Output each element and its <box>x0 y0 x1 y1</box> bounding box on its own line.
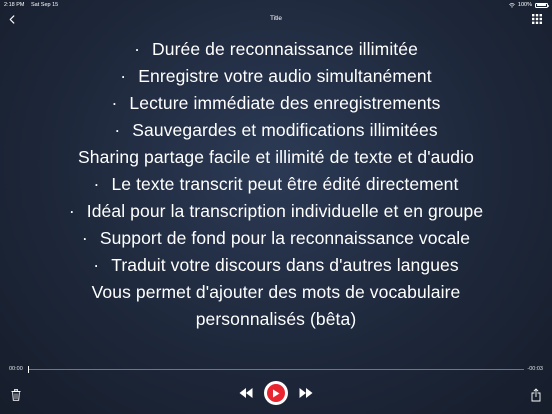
transcript-line-text: Support de fond pour la reconnaissance v… <box>99 228 471 248</box>
screen: 2:18 PM Sat Sep 15 100% Title · Durée de… <box>0 0 552 414</box>
progress-thumb[interactable] <box>28 365 29 373</box>
progress-bar: 00:00 -00:03 <box>0 364 552 374</box>
remaining-time: -00:03 <box>527 366 543 372</box>
play-icon <box>273 389 280 397</box>
bullet-glyph: · <box>114 120 121 140</box>
transcript-line: · Sauvegardes et modifications illimitées <box>20 117 532 144</box>
bullet-glyph: · <box>120 66 127 86</box>
bullet-glyph: · <box>93 255 100 275</box>
transcript-line: · Lecture immédiate des enregistrements <box>20 90 532 117</box>
transcript-line: Vous permet d'ajouter des mots de vocabu… <box>20 279 532 306</box>
transcript-text[interactable]: · Durée de reconnaissance illimitée · Enreg… <box>20 36 532 333</box>
transcript-line-text: Sauvegardes et modifications illimitées <box>132 120 438 140</box>
wifi-icon <box>508 2 515 8</box>
bullet-glyph: · <box>134 39 140 59</box>
elapsed-time: 00:00 <box>9 366 23 372</box>
transcript-line-text: personnalisés (bêta) <box>195 309 357 329</box>
transcript-line: · Enregistre votre audio simultanément <box>20 63 532 90</box>
transcript-line-text: Idéal pour la transcription individuelle… <box>86 201 484 221</box>
fast-forward-icon[interactable] <box>299 387 313 399</box>
status-bar: 2:18 PM Sat Sep 15 100% <box>0 0 552 10</box>
transcript-line-text: Vous permet d'ajouter des mots de vocabu… <box>91 282 461 302</box>
status-right: 100% <box>508 0 549 10</box>
transcript-line: Sharing partage facile et illimité de te… <box>20 144 532 171</box>
transcript-line: personnalisés (bêta) <box>20 306 532 333</box>
transcript-line-text: Durée de reconnaissance illimitée <box>152 39 418 59</box>
nav-bar: Title <box>0 10 552 28</box>
share-icon[interactable] <box>531 388 541 402</box>
transcript-line: · Traduit votre discours dans d'autres la… <box>20 252 532 279</box>
battery-percent: 100% <box>517 2 532 8</box>
page-title: Title <box>269 15 283 22</box>
status-time: 2:18 PM <box>4 2 25 8</box>
trash-icon[interactable] <box>11 389 21 401</box>
bullet-glyph: · <box>68 201 75 221</box>
bullet-glyph: · <box>81 228 88 248</box>
battery-fill <box>536 4 547 6</box>
play-button-inner <box>267 384 285 402</box>
progress-track[interactable] <box>28 368 524 370</box>
bullet-glyph: · <box>93 174 100 194</box>
rewind-icon[interactable] <box>239 387 253 399</box>
grid-icon[interactable] <box>532 14 542 24</box>
transcript-line: · Idéal pour la transcription individuell… <box>20 198 532 225</box>
transcript-line-text: Lecture immédiate des enregistrements <box>129 93 441 113</box>
transcript-line-text: Enregistre votre audio simultanément <box>138 66 432 86</box>
transcript-line-text: Le texte transcrit peut être édité direc… <box>111 174 459 194</box>
transcript-line: · Le texte transcrit peut être édité dire… <box>20 171 532 198</box>
bullet-glyph: · <box>111 93 118 113</box>
battery-icon <box>535 2 549 8</box>
play-button[interactable] <box>264 381 288 405</box>
transcript-line: · Support de fond pour la reconnaissance … <box>20 225 532 252</box>
transcript-line: · Durée de reconnaissance illimitée <box>20 36 532 63</box>
transcript-line-text: Sharing partage facile et illimité de te… <box>78 147 474 167</box>
status-left: 2:18 PM Sat Sep 15 <box>4 0 63 10</box>
status-date: Sat Sep 15 <box>31 2 59 8</box>
transcript-line-text: Traduit votre discours dans d'autres lan… <box>111 255 459 275</box>
